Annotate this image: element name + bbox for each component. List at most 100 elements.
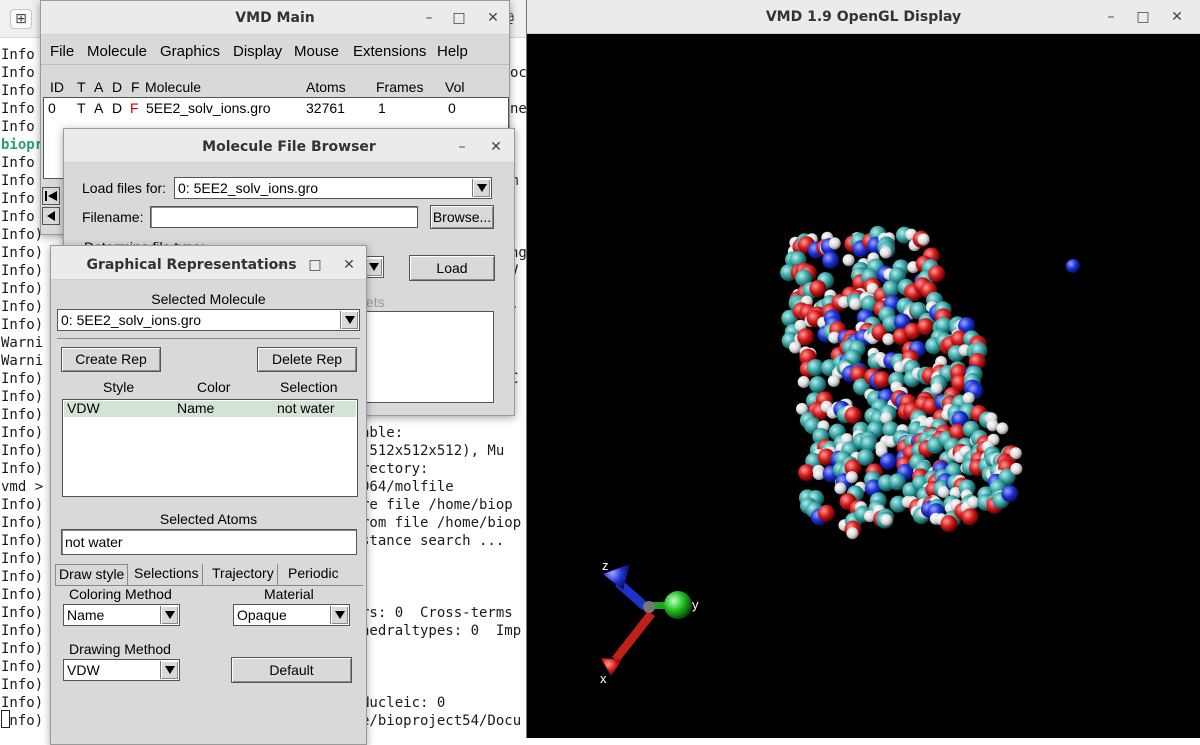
tab-selections[interactable]: Selections bbox=[131, 564, 203, 586]
close-icon[interactable]: ✕ bbox=[1167, 7, 1187, 27]
terminal-line: Info bbox=[1, 155, 35, 171]
molecule-viewport[interactable]: z y x bbox=[527, 34, 1200, 738]
chevron-down-icon[interactable] bbox=[330, 606, 348, 624]
chevron-down-icon[interactable] bbox=[160, 661, 178, 679]
terminal-line: Info) bbox=[1, 389, 44, 405]
terminal-line: Info bbox=[1, 83, 35, 99]
z-axis-label: z bbox=[602, 558, 609, 573]
terminal-line: Info) bbox=[1, 227, 44, 243]
maximize-icon[interactable]: □ bbox=[1133, 7, 1153, 27]
terminal-line: Info) bbox=[1, 281, 44, 297]
load-button[interactable]: Load bbox=[409, 255, 495, 281]
default-button[interactable]: Default bbox=[231, 657, 352, 683]
sets-list[interactable] bbox=[366, 311, 494, 403]
tab-draw-style[interactable]: Draw style bbox=[55, 564, 129, 586]
col-atoms: Atoms bbox=[306, 79, 346, 95]
terminal-line: Info) bbox=[1, 587, 44, 603]
mol-top[interactable]: T bbox=[77, 100, 86, 116]
menu-graphics[interactable]: Graphics bbox=[160, 43, 220, 60]
terminal-fragment: rectory: bbox=[361, 461, 429, 477]
menu-file[interactable]: File bbox=[50, 43, 74, 60]
terminal-line: biopr bbox=[1, 137, 44, 153]
terminal-cursor bbox=[1, 710, 10, 728]
browse-button[interactable]: Browse... bbox=[430, 205, 494, 229]
y-axis-label: y bbox=[692, 597, 699, 612]
minimize-icon[interactable]: – bbox=[452, 137, 472, 157]
rep-list[interactable]: VDW Name not water bbox=[62, 399, 358, 497]
terminal-fragment: ocu bbox=[510, 65, 526, 81]
terminal-line: Warni bbox=[1, 353, 44, 369]
selected-atoms-input[interactable]: not water bbox=[61, 529, 357, 555]
table-row[interactable]: 0 T A D F 5EE2_solv_ions.gro 32761 1 0 bbox=[44, 98, 508, 116]
sets-label: ets bbox=[366, 294, 385, 310]
opengl-display-titlebar: VMD 1.9 OpenGL Display – □ ✕ bbox=[527, 0, 1200, 34]
chevron-down-icon[interactable] bbox=[340, 311, 358, 329]
drawing-method-select[interactable]: VDW bbox=[63, 659, 180, 681]
terminal-line: Info bbox=[1, 65, 35, 81]
chevron-down-icon[interactable] bbox=[472, 179, 490, 197]
selected-molecule-select[interactable]: 0: 5EE2_solv_ions.gro bbox=[57, 309, 360, 331]
minimize-icon[interactable]: – bbox=[419, 8, 439, 28]
coloring-method-select[interactable]: Name bbox=[63, 604, 180, 626]
step-back-icon[interactable] bbox=[42, 207, 60, 225]
menu-help[interactable]: Help bbox=[437, 43, 468, 60]
divider bbox=[57, 338, 360, 339]
maximize-icon[interactable]: □ bbox=[449, 8, 469, 28]
terminal-line: Info bbox=[1, 173, 35, 189]
file-browser-title: Molecule File Browser bbox=[202, 139, 376, 155]
close-icon[interactable]: ✕ bbox=[483, 8, 503, 28]
selected-molecule-value: 0: 5EE2_solv_ions.gro bbox=[61, 312, 202, 328]
terminal-fragment: rom file /home/biop bbox=[361, 515, 522, 531]
minimize-icon[interactable]: – bbox=[271, 255, 291, 275]
protein-vdw-rendering bbox=[780, 225, 1023, 540]
mol-active[interactable]: A bbox=[94, 100, 103, 116]
chevron-down-icon[interactable] bbox=[160, 606, 178, 624]
terminal-line: Info) bbox=[1, 443, 44, 459]
rep-color: Name bbox=[177, 400, 215, 416]
terminal-line: Info) bbox=[1, 641, 44, 657]
menu-display[interactable]: Display bbox=[233, 43, 282, 60]
graphical-reps-titlebar: Graphical Representations – □ ✕ bbox=[51, 246, 366, 280]
close-icon[interactable]: ✕ bbox=[486, 137, 506, 157]
drawing-method-value: VDW bbox=[67, 662, 100, 678]
load-files-for-select[interactable]: 0: 5EE2_solv_ions.gro bbox=[174, 177, 492, 199]
mol-id: 0 bbox=[48, 100, 56, 116]
axes-indicator: z y x bbox=[600, 558, 699, 686]
new-tab-icon[interactable]: ⊞ bbox=[10, 9, 32, 29]
opengl-display-window[interactable]: VMD 1.9 OpenGL Display – □ ✕ z y x bbox=[526, 0, 1200, 738]
first-frame-icon[interactable] bbox=[42, 187, 60, 205]
terminal-line: Info) bbox=[1, 623, 44, 639]
vmd-main-titlebar: VMD Main – □ ✕ bbox=[41, 1, 509, 35]
mol-drawn[interactable]: D bbox=[112, 100, 122, 116]
table-row[interactable]: VDW Name not water bbox=[64, 400, 356, 417]
close-icon[interactable]: ✕ bbox=[339, 255, 359, 275]
mol-fixed[interactable]: F bbox=[130, 100, 139, 116]
rep-selection: not water bbox=[277, 400, 335, 416]
maximize-icon[interactable]: □ bbox=[305, 255, 325, 275]
filename-input[interactable] bbox=[150, 206, 418, 228]
mol-frames: 1 bbox=[378, 100, 386, 116]
col-molecule: Molecule bbox=[145, 79, 202, 95]
create-rep-button[interactable]: Create Rep bbox=[61, 347, 161, 372]
terminal-line: Info) bbox=[1, 659, 44, 675]
material-label: Material bbox=[264, 586, 314, 602]
rep-col-color: Color bbox=[197, 379, 231, 395]
material-select[interactable]: Opaque bbox=[233, 604, 350, 626]
terminal-fragment: hedraltypes: 0 Imp bbox=[361, 623, 522, 639]
col-active: A bbox=[94, 79, 104, 95]
terminal-fragment: able: bbox=[361, 425, 404, 441]
terminal-line: Info) bbox=[1, 551, 44, 567]
tab-periodic[interactable]: Periodic bbox=[285, 564, 342, 586]
terminal-line: Warni bbox=[1, 335, 44, 351]
tab-trajectory[interactable]: Trajectory bbox=[209, 564, 278, 586]
minimize-icon[interactable]: – bbox=[1101, 7, 1121, 27]
graphical-reps-window[interactable]: Graphical Representations – □ ✕ Selected… bbox=[50, 245, 367, 745]
terminal-line: Info) bbox=[1, 425, 44, 441]
terminal-fragment: stance search ... bbox=[361, 533, 505, 549]
menu-mouse[interactable]: Mouse bbox=[294, 43, 339, 60]
terminal-fragment: rs: 0 Cross-terms bbox=[361, 605, 513, 621]
delete-rep-button[interactable]: Delete Rep bbox=[257, 347, 357, 372]
menu-extensions[interactable]: Extensions bbox=[353, 43, 426, 60]
rep-col-selection: Selection bbox=[280, 379, 338, 395]
menu-molecule[interactable]: Molecule bbox=[87, 43, 147, 60]
